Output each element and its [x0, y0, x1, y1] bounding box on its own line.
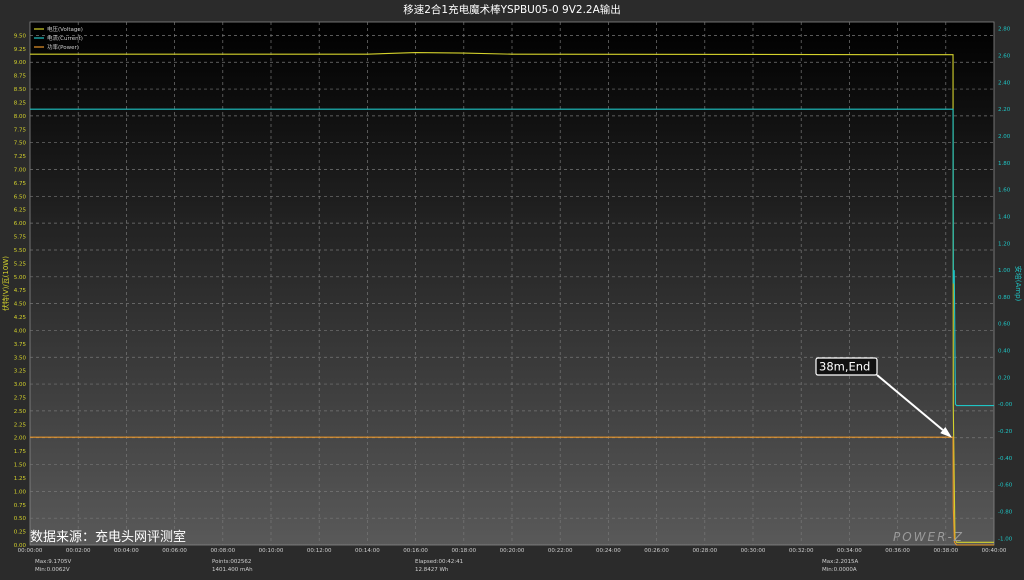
left-tick-label: 8.00: [14, 114, 27, 120]
left-tick-label: 5.75: [14, 235, 27, 241]
left-tick-label: 4.25: [14, 315, 27, 321]
power-z-logo: POWER-Z: [893, 530, 964, 544]
x-tick-label: 00:00:00: [18, 548, 43, 554]
legend-label: 电流(Current): [47, 34, 83, 42]
x-tick-label: 00:12:00: [307, 548, 332, 554]
left-tick-label: 7.75: [14, 127, 27, 133]
footer-max-current: Max:2.2015A: [822, 559, 858, 565]
x-tick-label: 00:38:00: [933, 548, 958, 554]
x-tick-label: 00:06:00: [162, 548, 187, 554]
left-tick-label: 0.75: [14, 503, 27, 509]
left-tick-label: 6.25: [14, 208, 27, 214]
x-tick-label: 00:28:00: [692, 548, 717, 554]
left-axis-label: 伏特(V)/瓦(10W): [1, 256, 10, 311]
right-tick-label: 2.00: [998, 134, 1011, 140]
annotation-label: 38m,End: [819, 360, 870, 374]
x-tick-label: 00:18:00: [451, 548, 476, 554]
footer-capacity: 1401.400 mAh: [212, 567, 253, 573]
left-tick-label: 4.00: [14, 328, 27, 334]
left-tick-label: 5.25: [14, 261, 27, 267]
x-tick-label: 00:04:00: [114, 548, 139, 554]
x-tick-label: 00:26:00: [644, 548, 669, 554]
x-tick-label: 00:20:00: [500, 548, 525, 554]
right-tick-label: 2.80: [998, 27, 1011, 33]
x-tick-label: 00:34:00: [837, 548, 862, 554]
right-tick-label: 0.80: [998, 295, 1011, 301]
left-tick-label: 9.25: [14, 47, 27, 53]
x-tick-label: 00:02:00: [66, 548, 91, 554]
right-tick-label: 1.40: [998, 214, 1011, 220]
left-tick-label: 4.50: [14, 302, 27, 308]
left-tick-label: 0.50: [14, 516, 27, 522]
left-tick-label: 3.25: [14, 369, 27, 375]
left-tick-label: 6.50: [14, 194, 27, 200]
x-tick-label: 00:10:00: [259, 548, 284, 554]
left-tick-label: 9.50: [14, 33, 27, 39]
left-tick-label: 5.50: [14, 248, 27, 254]
left-tick-label: 1.50: [14, 463, 27, 469]
left-tick-label: 1.00: [14, 489, 27, 495]
x-tick-label: 00:30:00: [741, 548, 766, 554]
left-tick-label: 3.50: [14, 355, 27, 361]
footer-max-voltage: Max:9.1705V: [35, 559, 71, 565]
x-tick-label: 00:40:00: [982, 548, 1007, 554]
footer-min-voltage: Min:0.0062V: [35, 567, 70, 573]
right-tick-label: 0.40: [998, 349, 1011, 355]
legend-label: 功率(Power): [47, 43, 79, 51]
x-tick-label: 00:36:00: [885, 548, 910, 554]
right-tick-label: 1.60: [998, 188, 1011, 194]
x-axis-ticks: 00:00:00 00:02:00 00:04:00 00:06:00 00:08:00…: [18, 548, 1007, 554]
right-axis-label: 安培(Amp): [1014, 266, 1023, 302]
left-tick-label: 3.00: [14, 382, 27, 388]
left-tick-label: 9.00: [14, 60, 27, 66]
footer-energy: 12.8427 Wh: [415, 567, 449, 573]
charging-chart: 移速2合1充电魔术棒YSPBU05-0 9V2.2A输出 0.00 0.25 0.5…: [0, 0, 1024, 576]
left-tick-label: 0.25: [14, 530, 27, 536]
right-tick-label: -0.80: [998, 509, 1013, 515]
x-tick-label: 00:24:00: [596, 548, 621, 554]
x-tick-label: 00:08:00: [210, 548, 235, 554]
left-tick-label: 1.75: [14, 449, 27, 455]
right-tick-label: -0.00: [998, 402, 1013, 408]
x-tick-label: 00:32:00: [789, 548, 814, 554]
right-tick-label: 2.20: [998, 107, 1011, 113]
left-tick-label: 2.25: [14, 422, 27, 428]
left-tick-label: 7.00: [14, 168, 27, 174]
legend: 电压(Voltage)电流(Current)功率(Power): [34, 25, 83, 51]
footer-elapsed: Elapsed:00:42:41: [415, 559, 463, 565]
footer-points: Points:002562: [212, 559, 251, 565]
left-tick-label: 3.75: [14, 342, 27, 348]
watermark: 数据来源：充电头网评测室: [30, 529, 186, 545]
left-tick-label: 2.50: [14, 409, 27, 415]
left-tick-label: 6.75: [14, 181, 27, 187]
legend-label: 电压(Voltage): [47, 25, 83, 33]
chart-title: 移速2合1充电魔术棒YSPBU05-0 9V2.2A输出: [403, 3, 621, 16]
x-tick-label: 00:16:00: [403, 548, 428, 554]
left-tick-label: 7.25: [14, 154, 27, 160]
left-tick-label: 2.75: [14, 395, 27, 401]
right-tick-label: 0.60: [998, 322, 1011, 328]
footer-min-current: Min:0.0000A: [822, 567, 857, 573]
x-tick-label: 00:22:00: [548, 548, 573, 554]
left-tick-label: 1.25: [14, 476, 27, 482]
right-tick-label: 1.00: [998, 268, 1011, 274]
right-tick-label: -0.40: [998, 456, 1013, 462]
left-tick-label: 5.00: [14, 275, 27, 281]
left-tick-label: 6.00: [14, 221, 27, 227]
right-tick-label: 2.60: [998, 54, 1011, 60]
right-tick-label: 1.80: [998, 161, 1011, 167]
right-tick-label: 0.20: [998, 375, 1011, 381]
right-tick-label: 1.20: [998, 241, 1011, 247]
left-tick-label: 2.00: [14, 436, 27, 442]
right-tick-label: -0.60: [998, 483, 1013, 489]
right-tick-label: 2.40: [998, 80, 1011, 86]
left-tick-label: 4.75: [14, 288, 27, 294]
x-tick-label: 00:14:00: [355, 548, 380, 554]
right-tick-label: -1.00: [998, 536, 1013, 542]
left-tick-label: 8.25: [14, 100, 27, 106]
right-tick-label: -0.20: [998, 429, 1013, 435]
left-tick-label: 7.50: [14, 141, 27, 147]
left-tick-label: 8.50: [14, 87, 27, 93]
left-tick-label: 8.75: [14, 74, 27, 80]
